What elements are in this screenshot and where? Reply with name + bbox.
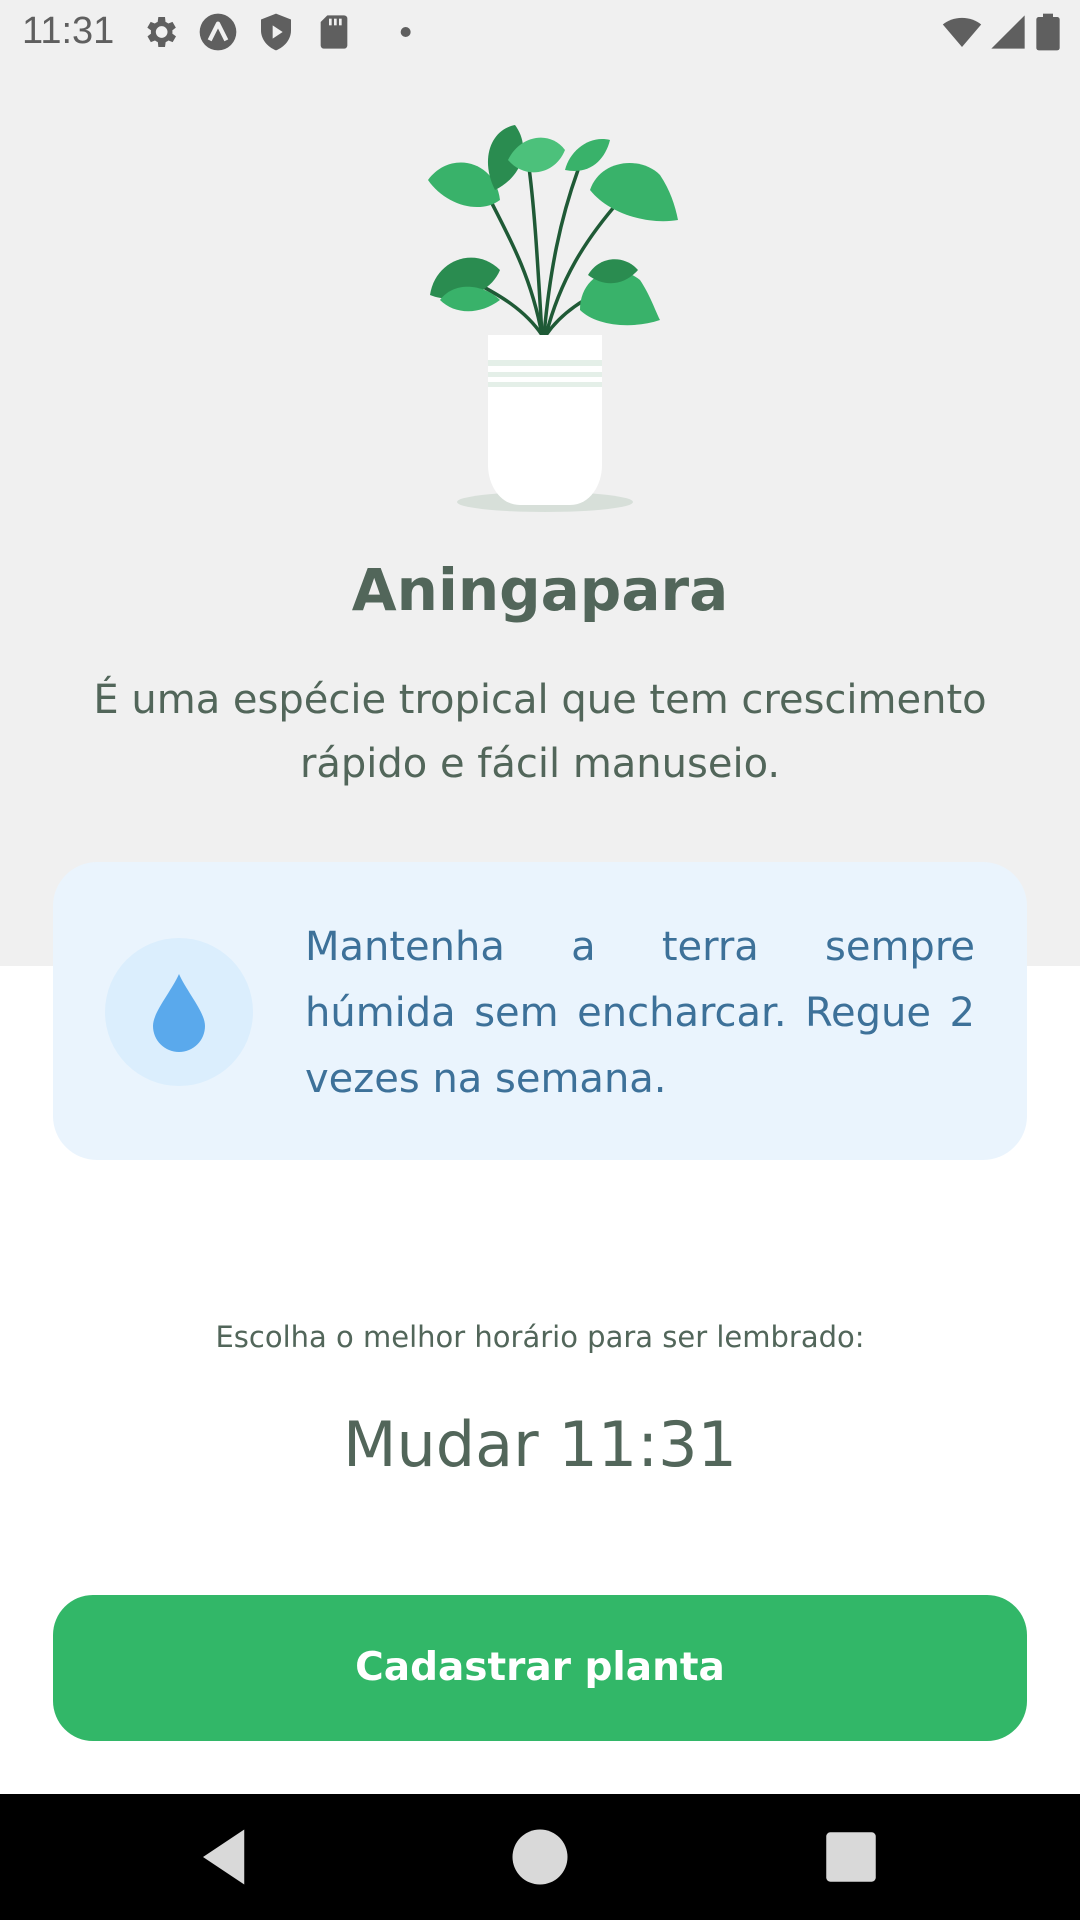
sd-card-icon <box>320 15 348 49</box>
recents-icon[interactable] <box>818 1824 884 1890</box>
gear-icon <box>147 17 176 47</box>
plant-save-screen: 11:31 Aningapara É uma espécie tropical … <box>0 0 1080 1920</box>
register-plant-button[interactable]: Cadastrar planta <box>53 1595 1027 1741</box>
shield-play-icon <box>261 13 291 51</box>
plant-illustration <box>428 125 678 512</box>
navigation-bar <box>0 1794 1080 1920</box>
app-logo-icon <box>199 13 237 51</box>
battery-icon <box>1036 13 1060 51</box>
home-icon[interactable] <box>507 1824 573 1890</box>
water-tip-text: Mantenha a terra sempre húmida sem encha… <box>305 924 975 1102</box>
status-bar: 11:31 <box>0 0 1080 64</box>
status-time: 11:31 <box>22 10 115 52</box>
wifi-icon <box>942 17 982 47</box>
water-drop-icon <box>153 974 205 1052</box>
change-time-button[interactable]: Mudar 11:31 <box>340 1400 740 1490</box>
back-icon[interactable] <box>192 1824 258 1890</box>
water-tip-icon-container <box>105 938 253 1086</box>
plant-description: É uma espécie tropical que tem crescimen… <box>93 677 987 787</box>
dot-icon <box>400 27 411 37</box>
water-tip-card: Mantenha a terra sempre húmida sem encha… <box>53 862 1027 1160</box>
cell-signal-icon <box>991 15 1025 49</box>
plant-name: Aningapara <box>351 556 729 624</box>
reminder-label: Escolha o melhor horário para ser lembra… <box>215 1320 865 1354</box>
